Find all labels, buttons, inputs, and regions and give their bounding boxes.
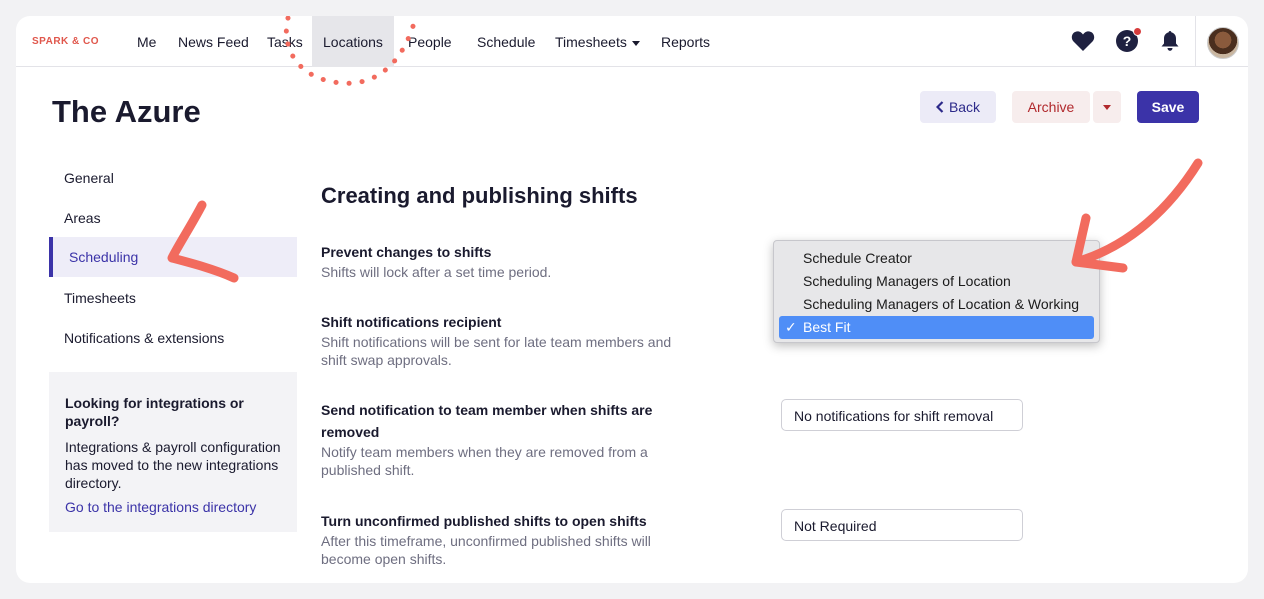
annotation-overlay — [167, 16, 1203, 283]
app-window: SPARK & CO Me News Feed Tasks Locations … — [16, 16, 1248, 583]
arrow-to-dropdown — [1071, 158, 1203, 267]
dotted-circle-annotation — [283, 16, 419, 86]
arrow-to-scheduling — [167, 200, 239, 283]
